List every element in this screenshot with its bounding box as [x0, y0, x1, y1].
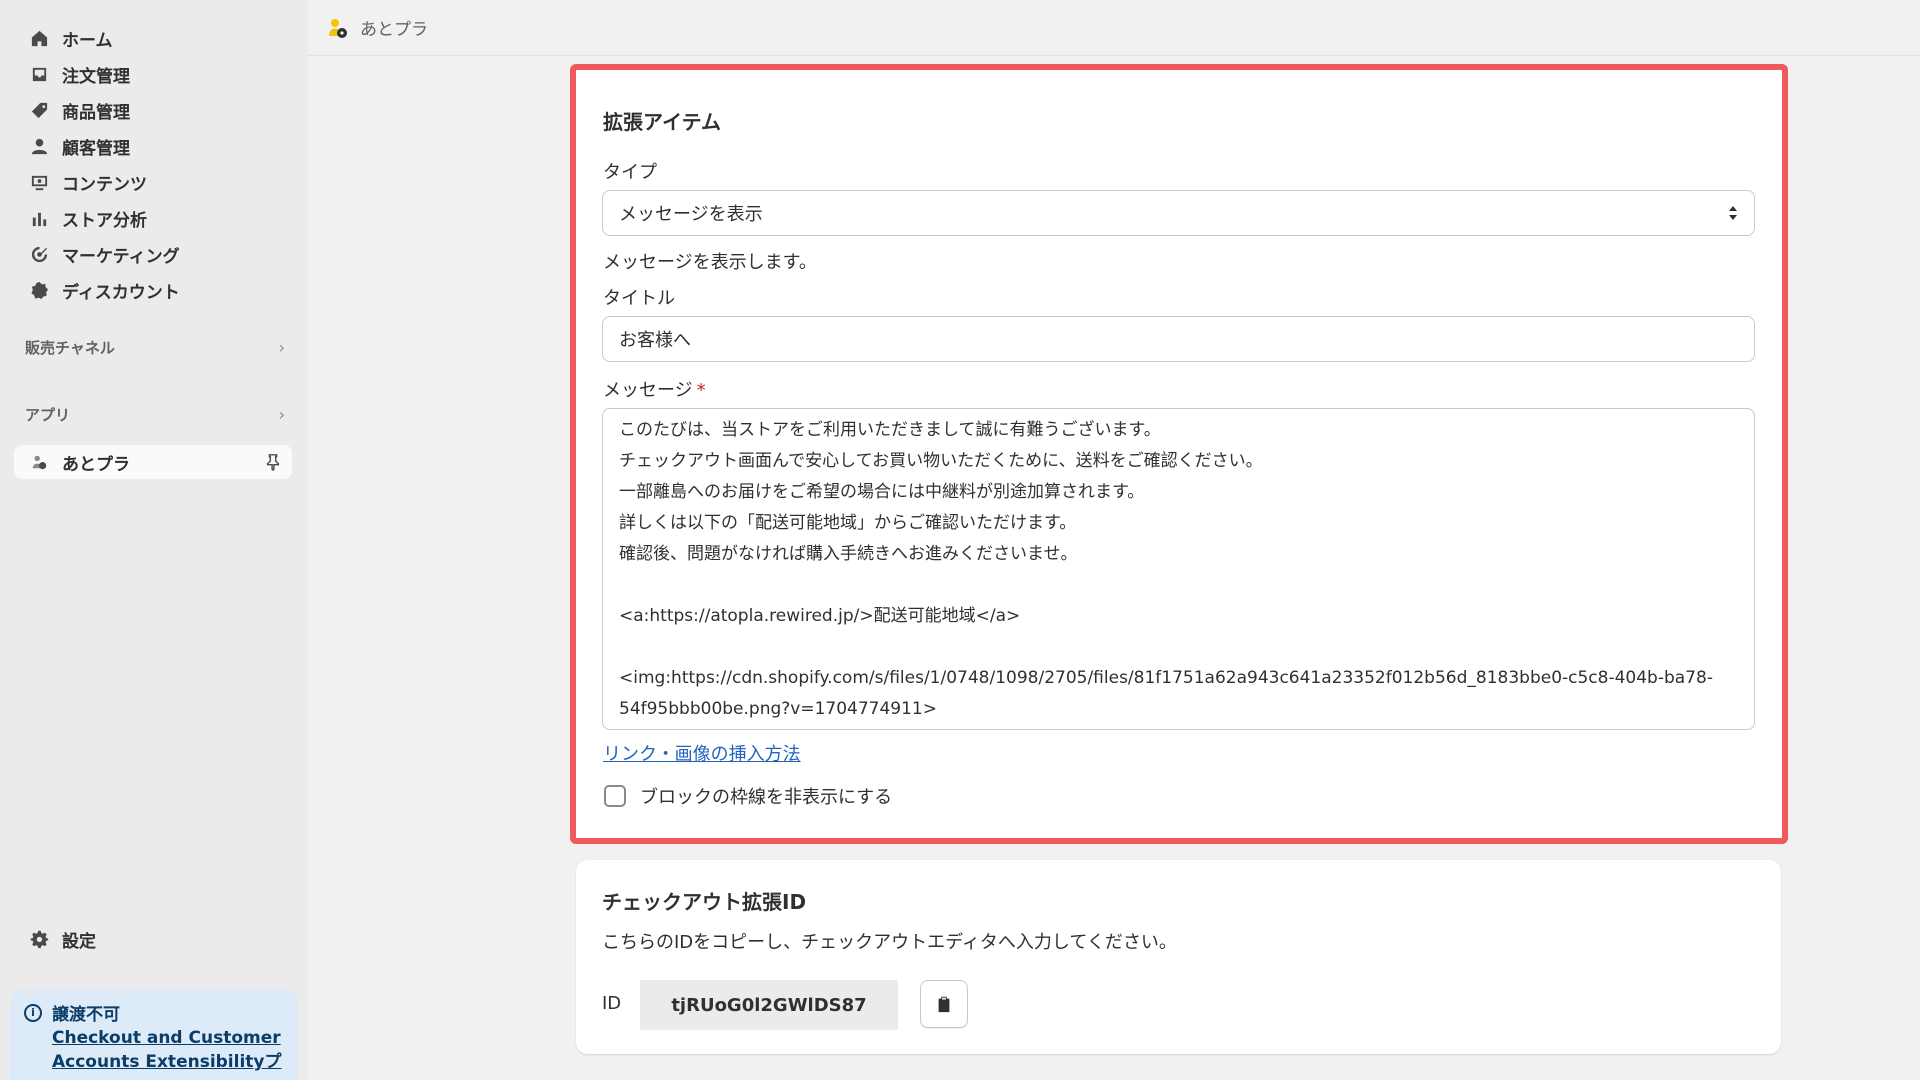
info-icon: i — [24, 1003, 42, 1022]
chevron-right-icon: › — [278, 405, 285, 424]
sidebar-item-label: 商品管理 — [62, 102, 130, 123]
hide-border-checkbox[interactable] — [604, 785, 626, 807]
content-icon — [28, 171, 50, 193]
type-label: タイプ — [603, 162, 657, 183]
message-line — [619, 632, 1738, 663]
id-label: ID — [602, 993, 622, 1014]
sidebar: ホーム 注文管理 商品管理 顧客管理 コンテンツ ストア分析 マーケティング デ… — [0, 0, 308, 1080]
sidebar-item-label: 顧客管理 — [62, 138, 130, 159]
required-mark: * — [696, 380, 706, 401]
sidebar-item-atopla[interactable]: あとプラ — [14, 445, 292, 479]
app-title: あとプラ — [360, 20, 428, 40]
sidebar-item-content[interactable]: コンテンツ — [14, 165, 294, 199]
card-title: 拡張アイテム — [603, 110, 721, 134]
message-line: <img:https://cdn.shopify.com/s/files/1/0… — [619, 668, 1713, 688]
hide-border-option[interactable]: ブロックの枠線を非表示にする — [604, 783, 892, 809]
message-line: チェックアウト画面んで安心してお買い物いただくために、送料をご確認ください。 — [619, 451, 1263, 471]
title-input[interactable]: お客様へ — [602, 316, 1755, 362]
apps-heading[interactable]: アプリ › — [25, 404, 285, 425]
notice-link[interactable]: Checkout and Customer — [52, 1025, 286, 1051]
inbox-icon — [28, 63, 50, 85]
sidebar-item-products[interactable]: 商品管理 — [14, 93, 294, 127]
notice-title: 譲渡不可 — [52, 1005, 120, 1025]
id-card-description: こちらのIDをコピーし、チェックアウトエディタへ入力してください。 — [602, 932, 1177, 953]
sidebar-item-label: コンテンツ — [62, 174, 147, 195]
message-line: 54f95bbb00be.png?v=1704774911> — [619, 699, 937, 719]
app-header: あとプラ — [308, 0, 1920, 56]
sidebar-item-marketing[interactable]: マーケティング — [14, 237, 294, 271]
app-item-label: あとプラ — [62, 454, 130, 475]
bar-chart-icon — [28, 207, 50, 229]
extension-id-value[interactable]: tjRUoG0l2GWlDS87 — [640, 980, 898, 1030]
gear-icon — [28, 928, 50, 950]
clipboard-icon — [938, 996, 950, 1013]
type-select[interactable]: メッセージを表示 — [602, 190, 1755, 236]
sidebar-item-label: 注文管理 — [62, 66, 130, 87]
message-line: 一部離島へのお届けをご希望の場合には中継料が別途加算されます。 — [619, 482, 1145, 502]
message-line: 確認後、問題がなければ購入手続きへお進みくださいませ。 — [619, 544, 1078, 564]
tag-icon — [28, 99, 50, 121]
title-input-value: お客様へ — [619, 330, 691, 351]
person-icon — [28, 135, 50, 157]
notice-link-continued[interactable]: Accounts Extensibilityプレ — [52, 1049, 286, 1080]
app-icon — [324, 15, 350, 41]
checkout-extension-id-card: チェックアウト拡張ID こちらのIDをコピーし、チェックアウトエディタへ入力して… — [576, 860, 1781, 1054]
sidebar-item-home[interactable]: ホーム — [14, 21, 294, 55]
sidebar-item-label: ホーム — [62, 30, 113, 51]
app-icon — [28, 451, 50, 473]
hide-border-label: ブロックの枠線を非表示にする — [640, 787, 893, 808]
sidebar-item-label: マーケティング — [62, 246, 180, 267]
title-label: タイトル — [603, 288, 675, 309]
message-line — [619, 570, 1738, 601]
chevron-right-icon: › — [278, 338, 285, 357]
message-line: このたびは、当ストアをご利用いただきまして誠に有難うございます。 — [619, 420, 1161, 440]
message-textarea[interactable]: このたびは、当ストアをご利用いただきまして誠に有難うございます。 チェックアウト… — [602, 408, 1755, 730]
target-icon — [28, 243, 50, 265]
sales-channels-heading[interactable]: 販売チャネル › — [25, 337, 285, 358]
apps-label: アプリ — [25, 406, 71, 424]
sidebar-item-orders[interactable]: 注文管理 — [14, 57, 294, 91]
home-icon — [28, 27, 50, 49]
insert-link-image-help-link[interactable]: リンク・画像の挿入方法 — [603, 740, 801, 766]
sidebar-item-label: ディスカウント — [62, 282, 180, 303]
message-label: メッセージ * — [603, 376, 706, 402]
sidebar-item-label: ストア分析 — [62, 210, 147, 231]
sidebar-item-settings[interactable]: 設定 — [14, 922, 294, 956]
sidebar-item-analytics[interactable]: ストア分析 — [14, 201, 294, 235]
message-line: <a:https://atopla.rewired.jp/>配送可能地域</a> — [619, 606, 1021, 626]
sidebar-item-label: 設定 — [62, 931, 96, 952]
discount-icon — [28, 279, 50, 301]
extension-item-card: 拡張アイテム タイプ メッセージを表示 メッセージを表示します。 タイトル お客… — [570, 64, 1788, 844]
id-card-title: チェックアウト拡張ID — [602, 890, 807, 914]
sales-channels-label: 販売チャネル — [25, 339, 115, 357]
non-transferable-notice: i 譲渡不可 Checkout and Customer Accounts Ex… — [10, 990, 298, 1080]
type-help-text: メッセージを表示します。 — [603, 252, 817, 273]
sidebar-item-customers[interactable]: 顧客管理 — [14, 129, 294, 163]
select-arrows-icon — [1729, 206, 1737, 220]
pin-icon[interactable] — [264, 453, 282, 476]
sidebar-item-discounts[interactable]: ディスカウント — [14, 273, 294, 307]
message-line: 詳しくは以下の「配送可能地域」からご確認いただけます。 — [619, 513, 1077, 533]
message-label-text: メッセージ — [603, 380, 693, 401]
type-select-value: メッセージを表示 — [619, 204, 763, 225]
copy-id-button[interactable] — [920, 980, 968, 1028]
